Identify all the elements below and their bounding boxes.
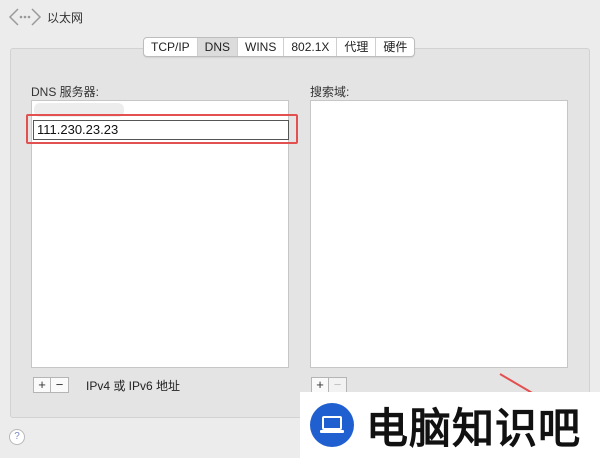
search-button-group: + − <box>311 377 347 393</box>
dns-servers-label: DNS 服务器: <box>31 85 100 99</box>
address-hint: IPv4 或 IPv6 地址 <box>86 379 181 393</box>
tab-bar: TCP/IP DNS WINS 802.1X 代理 硬件 <box>143 37 416 57</box>
tab-dns[interactable]: DNS <box>197 38 239 56</box>
tab-wins[interactable]: WINS <box>238 38 285 56</box>
tab-proxy[interactable]: 代理 <box>337 38 377 56</box>
tab-8021x[interactable]: 802.1X <box>284 38 338 56</box>
tab-hardware[interactable]: 硬件 <box>376 38 414 56</box>
add-dns-button[interactable]: + <box>33 377 51 393</box>
watermark-banner: 电脑知识吧 <box>300 392 600 458</box>
search-domain-list[interactable] <box>310 100 568 368</box>
add-search-domain-button[interactable]: + <box>311 377 329 393</box>
dns-button-group: + − <box>33 377 69 393</box>
laptop-icon <box>310 403 354 447</box>
window-title: 以太网 <box>47 11 84 25</box>
help-button[interactable]: ? <box>9 429 25 445</box>
search-domains-label: 搜索域: <box>310 85 350 99</box>
remove-dns-button[interactable]: − <box>51 377 69 393</box>
watermark-text: 电脑知识吧 <box>366 403 582 453</box>
remove-search-domain-button[interactable]: − <box>329 377 347 393</box>
highlight-annotation <box>26 114 298 144</box>
tab-tcpip[interactable]: TCP/IP <box>144 38 198 56</box>
back-forward-icon[interactable] <box>8 6 42 28</box>
